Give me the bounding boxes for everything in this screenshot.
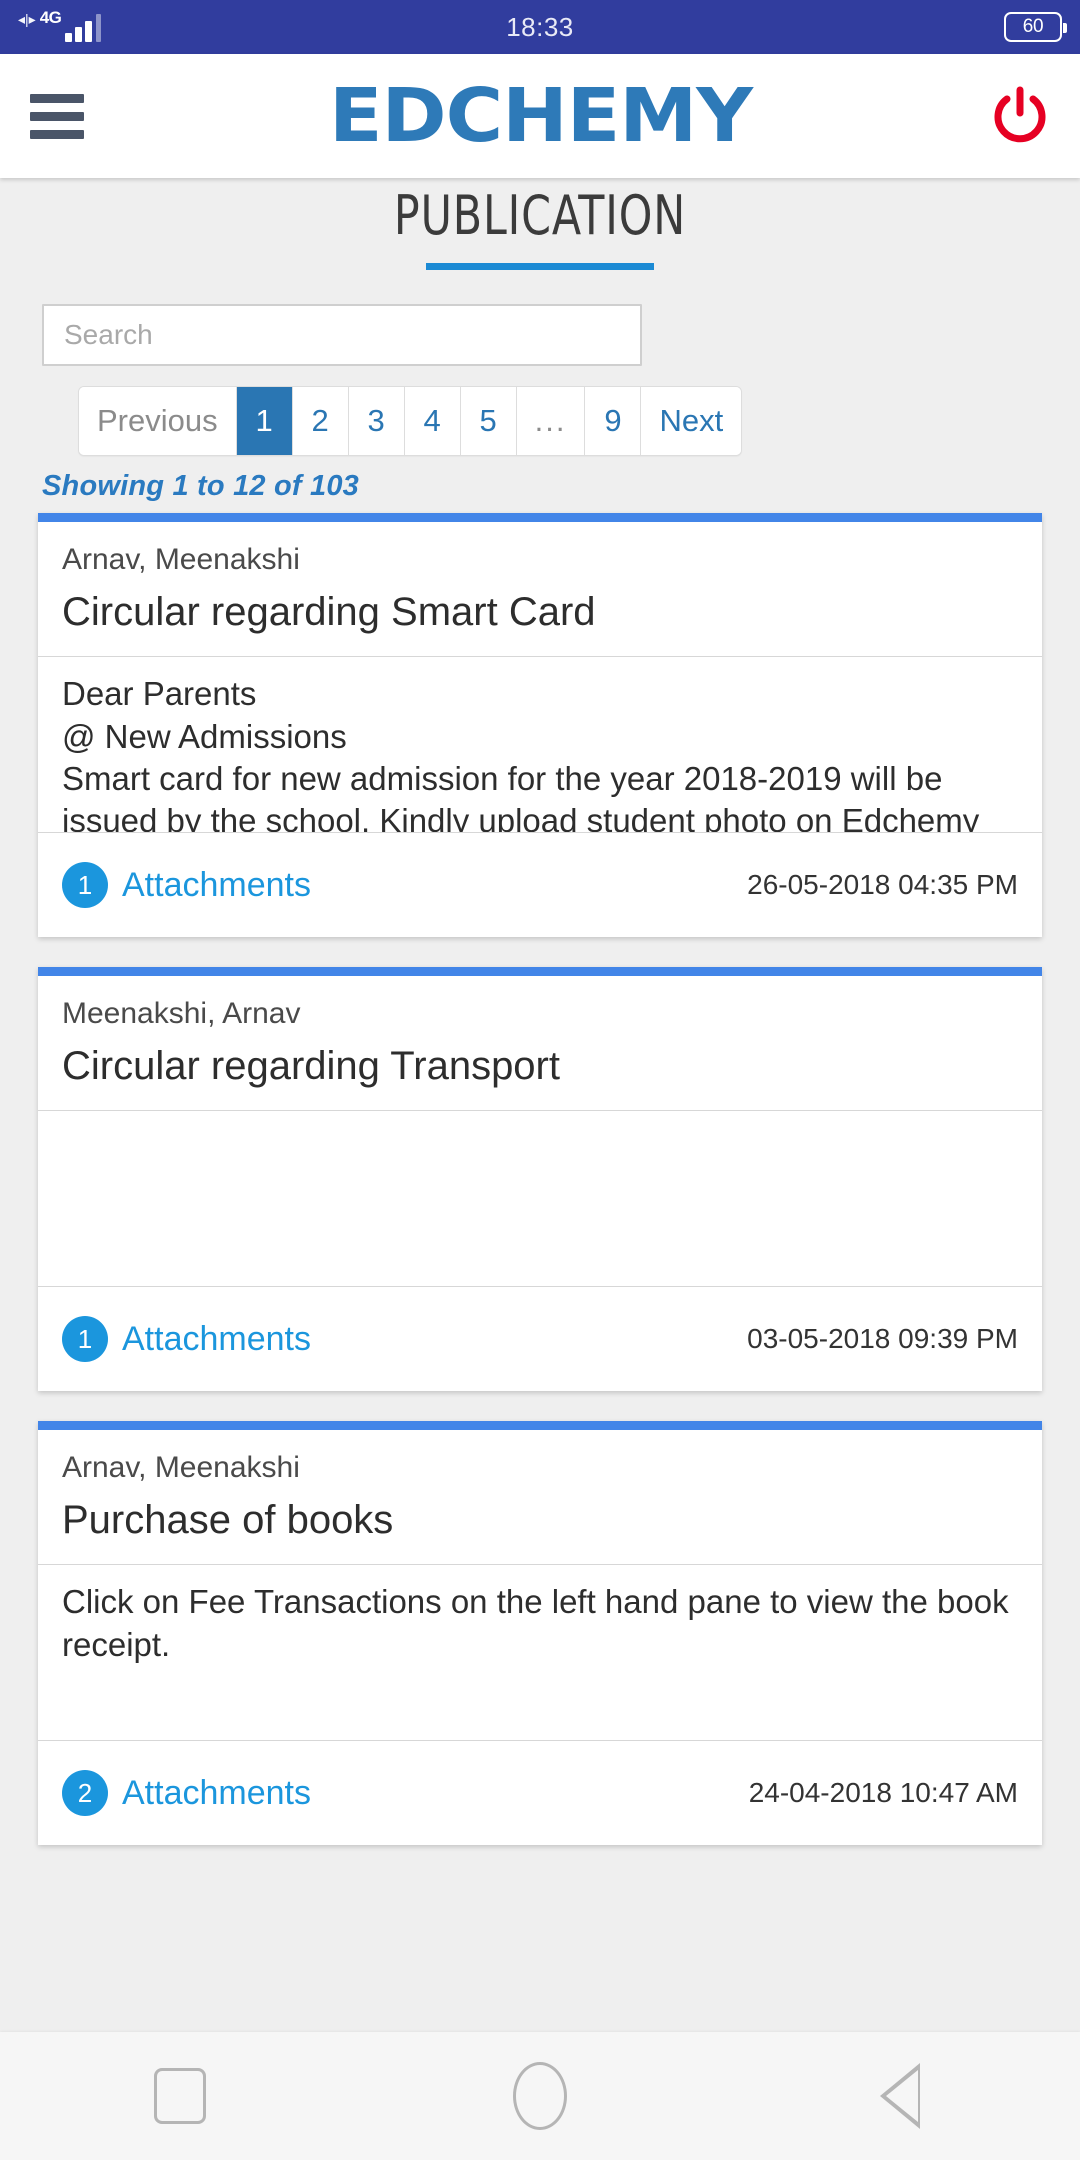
battery-icon: 60 — [1004, 12, 1067, 42]
page-title-wrap: PUBLICATION — [0, 178, 1080, 271]
status-bar-right-group: 60 — [1004, 12, 1067, 42]
attachment-count-badge: 1 — [62, 1316, 108, 1363]
pagination-next[interactable]: Next — [641, 387, 742, 456]
pagination-page-1[interactable]: 1 — [236, 387, 293, 456]
hamburger-menu-icon[interactable] — [30, 93, 88, 139]
publication-sender: Meenakshi, Arnav — [62, 997, 301, 1031]
attachments-link[interactable]: Attachments — [122, 1774, 311, 1813]
publication-timestamp: 24-04-2018 10:47 AM — [748, 1777, 1018, 1809]
publication-subject: Purchase of books — [62, 1498, 394, 1543]
triangle-back-icon[interactable] — [810, 2032, 990, 2160]
pagination-previous[interactable]: Previous — [79, 387, 237, 456]
pagination-page-3[interactable]: 3 — [348, 387, 405, 456]
publication-list: Arnav, Meenakshi Circular regarding Smar… — [0, 513, 1080, 1846]
brand-logo-text: EDCHEMY — [328, 73, 753, 159]
page-title: PUBLICATION — [393, 184, 687, 247]
publication-body — [38, 1111, 1042, 1288]
search-row — [0, 270, 1080, 367]
publication-subject: Circular regarding Transport — [62, 1044, 560, 1089]
publication-card-header: Arnav, Meenakshi Purchase of books — [38, 1430, 1042, 1566]
publication-body: Click on Fee Transactions on the left ha… — [38, 1565, 1042, 1742]
attachments-link[interactable]: Attachments — [122, 866, 311, 905]
publication-card-footer: 1 Attachments 03-05-2018 09:39 PM — [38, 1287, 1042, 1391]
brand-logo: EDCHEMY — [0, 79, 1080, 153]
publication-body: Dear Parents @ New Admissions Smart card… — [38, 657, 1042, 834]
publication-timestamp: 26-05-2018 04:35 PM — [747, 869, 1018, 901]
publication-card-footer: 2 Attachments 24-04-2018 10:47 AM — [38, 1741, 1042, 1845]
publication-card[interactable]: Arnav, Meenakshi Purchase of books Click… — [38, 1421, 1042, 1846]
status-bar: ◂|▸ 4G 18:33 60 — [0, 0, 1080, 54]
circle-home-icon[interactable] — [450, 2032, 630, 2160]
search-input[interactable] — [42, 304, 642, 367]
square-recents-icon[interactable] — [90, 2032, 270, 2160]
page-content: PUBLICATION Previous 1 2 3 4 5 ... 9 Nex… — [0, 178, 1080, 2032]
page-title-underline — [426, 263, 654, 271]
pagination: Previous 1 2 3 4 5 ... 9 Next — [78, 386, 743, 457]
publication-card-header: Meenakshi, Arnav Circular regarding Tran… — [38, 976, 1042, 1112]
power-icon[interactable] — [990, 86, 1050, 146]
publication-sender: Arnav, Meenakshi — [62, 543, 300, 577]
status-bar-clock: 18:33 — [506, 11, 574, 42]
app-header: EDCHEMY — [0, 54, 1080, 178]
android-navigation-bar — [0, 2032, 1080, 2160]
attachment-count-badge: 1 — [62, 862, 108, 909]
publication-card-footer: 1 Attachments 26-05-2018 04:35 PM — [38, 833, 1042, 937]
battery-level-label: 60 — [1022, 16, 1044, 37]
publication-sender: Arnav, Meenakshi — [62, 1451, 300, 1485]
attachments-link[interactable]: Attachments — [122, 1320, 311, 1359]
pagination-row: Previous 1 2 3 4 5 ... 9 Next — [0, 366, 1080, 457]
app-root: ◂|▸ 4G 18:33 60 EDCHEMY PUBLICATION Sear… — [0, 0, 1080, 2160]
results-summary: Showing 1 to 12 of 103 — [42, 470, 360, 503]
pagination-page-2[interactable]: 2 — [292, 387, 349, 456]
publication-subject: Circular regarding Smart Card — [62, 590, 596, 635]
publication-timestamp: 03-05-2018 09:39 PM — [747, 1323, 1018, 1355]
publication-card-header: Arnav, Meenakshi Circular regarding Smar… — [38, 522, 1042, 658]
publication-card[interactable]: Meenakshi, Arnav Circular regarding Tran… — [38, 967, 1042, 1392]
publication-card[interactable]: Arnav, Meenakshi Circular regarding Smar… — [38, 513, 1042, 938]
pagination-page-9[interactable]: 9 — [585, 387, 642, 456]
pagination-ellipsis: ... — [516, 387, 586, 456]
pagination-page-5[interactable]: 5 — [460, 387, 517, 456]
attachment-count-badge: 2 — [62, 1770, 108, 1817]
pagination-page-4[interactable]: 4 — [404, 387, 461, 456]
